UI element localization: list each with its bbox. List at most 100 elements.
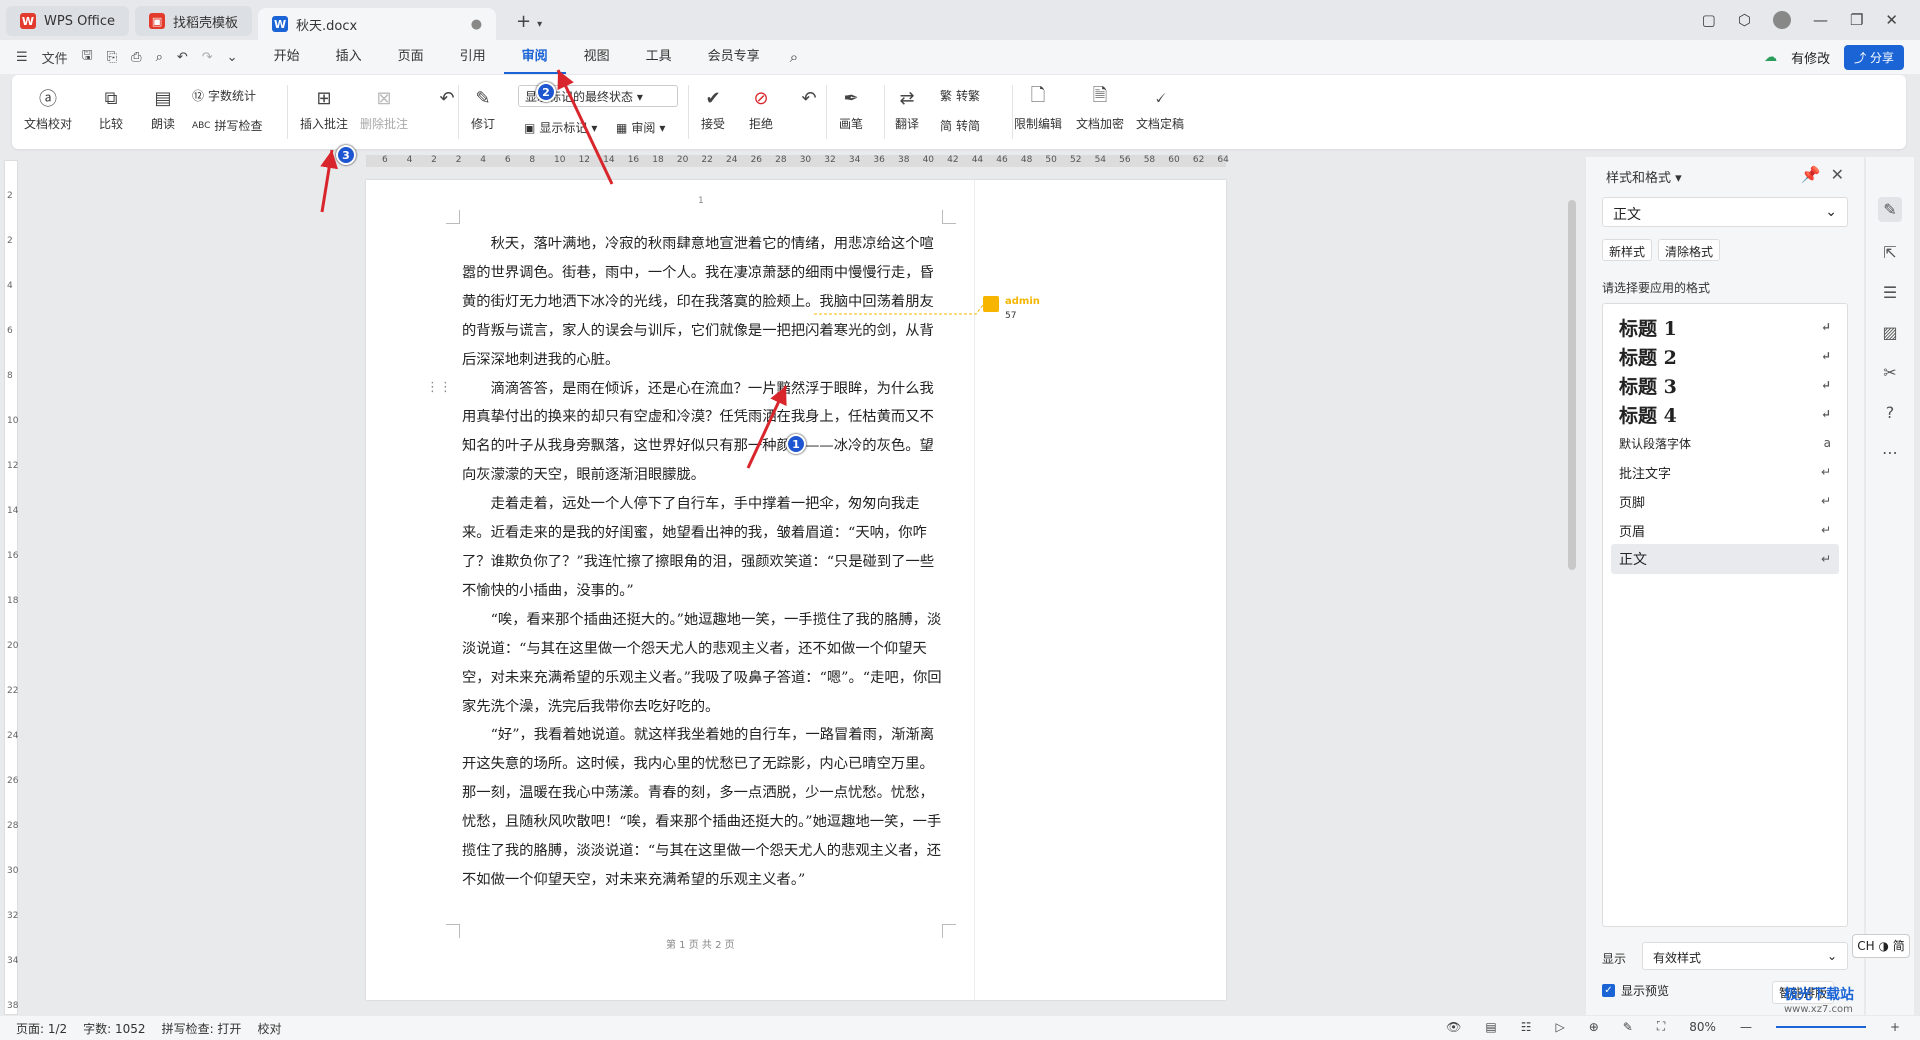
word-count-status[interactable]: 字数: 1052	[83, 1020, 145, 1037]
style-item-default-font[interactable]: 默认段落字体 a	[1611, 428, 1839, 458]
style-item-footer[interactable]: 页脚 ↵	[1611, 486, 1839, 516]
eye-icon[interactable]: 👁	[1446, 1020, 1461, 1034]
pin-icon[interactable]: 📌	[1801, 165, 1821, 184]
modified-status[interactable]: 有修改	[1791, 48, 1830, 67]
close-icon[interactable]: ✕	[1831, 165, 1844, 184]
style-item-header[interactable]: 页眉 ↵	[1611, 515, 1839, 545]
tab-member[interactable]: 会员专享	[690, 40, 778, 74]
drag-handle-icon[interactable]: ⋮⋮	[426, 380, 452, 395]
tab-home[interactable]: 开始	[256, 40, 318, 74]
tab-references[interactable]: 引用	[442, 40, 504, 74]
minimize-icon[interactable]: —	[1813, 11, 1828, 29]
avatar[interactable]	[1772, 11, 1791, 29]
image-edit-icon[interactable]: ▨	[1882, 323, 1897, 342]
show-select[interactable]: 有效样式 ⌄	[1642, 942, 1848, 970]
style-item-comment-text[interactable]: 批注文字 ↵	[1611, 457, 1839, 487]
to-simplified-button[interactable]: 简转简	[940, 117, 980, 134]
zoom-slider[interactable]	[1775, 1025, 1866, 1028]
insert-comment-button[interactable]: ⊞ 插入批注	[300, 85, 348, 132]
to-traditional-button[interactable]: 繁转繁	[940, 87, 980, 104]
show-preview-checkbox[interactable]: ✓ 显示预览	[1602, 982, 1669, 999]
horizontal-ruler[interactable]: 6 4 2 2 4 6 8 10 12 14 16 18 20 22 24 26 28 30 32 34 36 38 40 4…	[366, 155, 1229, 167]
restore-window-icon[interactable]: ▢	[1702, 11, 1716, 29]
share-button[interactable]: ⤴ 分享	[1844, 45, 1904, 70]
new-tab-button[interactable]: +	[516, 11, 531, 32]
doc-proof-button[interactable]: ⓐ 文档校对	[24, 85, 72, 132]
paragraph[interactable]: 走着走着，远处一个人停下了自行车，手中撑着一把伞，匆匆向我走来。近看走来的是我的…	[462, 490, 942, 606]
print-icon[interactable]: ⎙	[131, 50, 141, 65]
outline-view-icon[interactable]: ☷	[1521, 1020, 1532, 1034]
undo-icon[interactable]: ↶	[177, 50, 188, 65]
paragraph[interactable]: “唉，看来那个插曲还挺大的。”她逗趣地一笑，一手揽住了我的胳膊，淡淡说道：“与其…	[462, 606, 942, 722]
encrypt-button[interactable]: 🗎 文档加密	[1076, 85, 1124, 132]
spell-check-status[interactable]: 拼写检查: 打开	[162, 1020, 242, 1037]
scrollbar[interactable]	[1568, 200, 1576, 570]
export-pdf-icon[interactable]: ⎘	[107, 50, 117, 65]
maximize-icon[interactable]: ❐	[1850, 11, 1863, 29]
tools-icon[interactable]: ✂	[1883, 363, 1896, 382]
paragraph[interactable]: 秋天，落叶满地，冷寂的秋雨肆意地宣泄着它的情绪，用悲凉给这个喧嚣的世界调色。街巷…	[462, 230, 942, 375]
more-chevron-icon[interactable]: ⌄	[227, 50, 238, 65]
tab-dot-icon[interactable]: ●	[471, 17, 482, 32]
style-pen-icon[interactable]: ✎	[1878, 197, 1902, 222]
read-aloud-button[interactable]: ▤ 朗读	[150, 85, 176, 132]
tab-page[interactable]: 页面	[380, 40, 442, 74]
zoom-out-icon[interactable]: —	[1740, 1020, 1752, 1034]
document-body[interactable]: 秋天，落叶满地，冷寂的秋雨肆意地宣泄着它的情绪，用悲凉给这个喧嚣的世界调色。街巷…	[462, 230, 942, 895]
reject-button[interactable]: ⊘ 拒绝	[748, 85, 774, 132]
finalize-button[interactable]: 🗸 文档定稿	[1136, 85, 1184, 132]
print-preview-icon[interactable]: ⌕	[156, 50, 163, 65]
tab-wps-office[interactable]: W WPS Office	[6, 6, 130, 36]
vertical-ruler[interactable]: 2 2 4 6 8 10 12 14 16 18 20 22 24 26 28 30 32 34 38	[4, 160, 18, 1015]
comment-card[interactable]: admin 57	[983, 296, 1040, 321]
translate-button[interactable]: ⇄ 翻译	[894, 85, 920, 132]
zoom-level[interactable]: 80%	[1689, 1020, 1716, 1034]
zoom-in-icon[interactable]: +	[1890, 1020, 1900, 1034]
ime-indicator[interactable]: CH ◑ 简	[1852, 934, 1910, 958]
fit-icon[interactable]: ⛶	[1657, 1019, 1665, 1034]
page-view-icon[interactable]: ▤	[1485, 1020, 1496, 1034]
style-item-heading-2[interactable]: 标题 2 ↵	[1611, 341, 1839, 371]
web-view-icon[interactable]: ⊕	[1589, 1020, 1599, 1034]
hamburger-icon[interactable]: ☰	[16, 50, 28, 65]
search-icon[interactable]: ⌕	[790, 48, 798, 66]
file-menu[interactable]: 文件	[42, 48, 68, 67]
proof-status[interactable]: 校对	[257, 1020, 281, 1037]
track-changes-button[interactable]: ✎ 修订	[470, 85, 496, 132]
word-count-button[interactable]: ⑫ 字数统计	[192, 87, 256, 104]
compare-button[interactable]: ⧉ 比较	[98, 85, 124, 132]
prev-comment-button[interactable]: ↶	[434, 85, 460, 115]
show-markup-button[interactable]: ▣ 显示标记 ▾	[524, 119, 597, 136]
ink-button[interactable]: ✒ 画笔	[838, 85, 864, 132]
tab-template[interactable]: ▣ 找稻壳模板	[135, 6, 253, 36]
document-page[interactable]: 1 ⋮⋮ 秋天，落叶满地，冷寂的秋雨肆意地宣泄着它的情绪，用悲凉给这个喧嚣的世界…	[366, 180, 1226, 1000]
paragraph[interactable]: 滴滴答答，是雨在倾诉，还是心在流血？一片黯然浮于眼眸，为什么我用真挚付出的换来的…	[462, 375, 942, 491]
prev-change-button[interactable]: ↶	[796, 85, 822, 115]
select-cursor-icon[interactable]: ⇱	[1883, 243, 1896, 262]
more-icon[interactable]: ⋯	[1882, 443, 1898, 462]
style-item-heading-1[interactable]: 标题 1 ↵	[1611, 312, 1839, 342]
tab-tools[interactable]: 工具	[628, 40, 690, 74]
play-icon[interactable]: ▷	[1556, 1020, 1565, 1034]
style-item-heading-4[interactable]: 标题 4 ↵	[1611, 399, 1839, 429]
spell-check-button[interactable]: ABC 拼写检查	[192, 117, 262, 134]
help-icon[interactable]: ?	[1886, 403, 1895, 422]
current-style-select[interactable]: 正文 ⌄	[1602, 197, 1848, 227]
tab-review[interactable]: 审阅	[503, 40, 566, 74]
paragraph[interactable]: “好”，我看着她说道。就这样我坐着她的自行车，一路冒着雨，渐渐离开这失意的场所。…	[462, 721, 942, 894]
panel-title[interactable]: 样式和格式 ▾	[1606, 167, 1682, 186]
chevron-down-icon[interactable]: ▾	[537, 19, 542, 30]
tab-insert[interactable]: 插入	[318, 40, 380, 74]
tab-view[interactable]: 视图	[566, 40, 628, 74]
restrict-edit-button[interactable]: 🗋 限制编辑	[1014, 85, 1062, 132]
accept-button[interactable]: ✔ 接受	[700, 85, 726, 132]
review-pane-button[interactable]: ▦ 审阅 ▾	[616, 119, 665, 136]
page-status[interactable]: 页面: 1/2	[16, 1020, 67, 1037]
cube-icon[interactable]: ⬡	[1738, 11, 1751, 29]
delete-comment-button[interactable]: ⊠ 删除批注	[360, 85, 408, 132]
save-icon[interactable]: 🖫	[82, 46, 93, 68]
redo-icon[interactable]: ↷	[202, 50, 213, 65]
style-item-heading-3[interactable]: 标题 3 ↵	[1611, 370, 1839, 400]
tab-document[interactable]: W 秋天.docx ●	[258, 8, 497, 40]
adjust-icon[interactable]: ☰	[1883, 283, 1897, 302]
